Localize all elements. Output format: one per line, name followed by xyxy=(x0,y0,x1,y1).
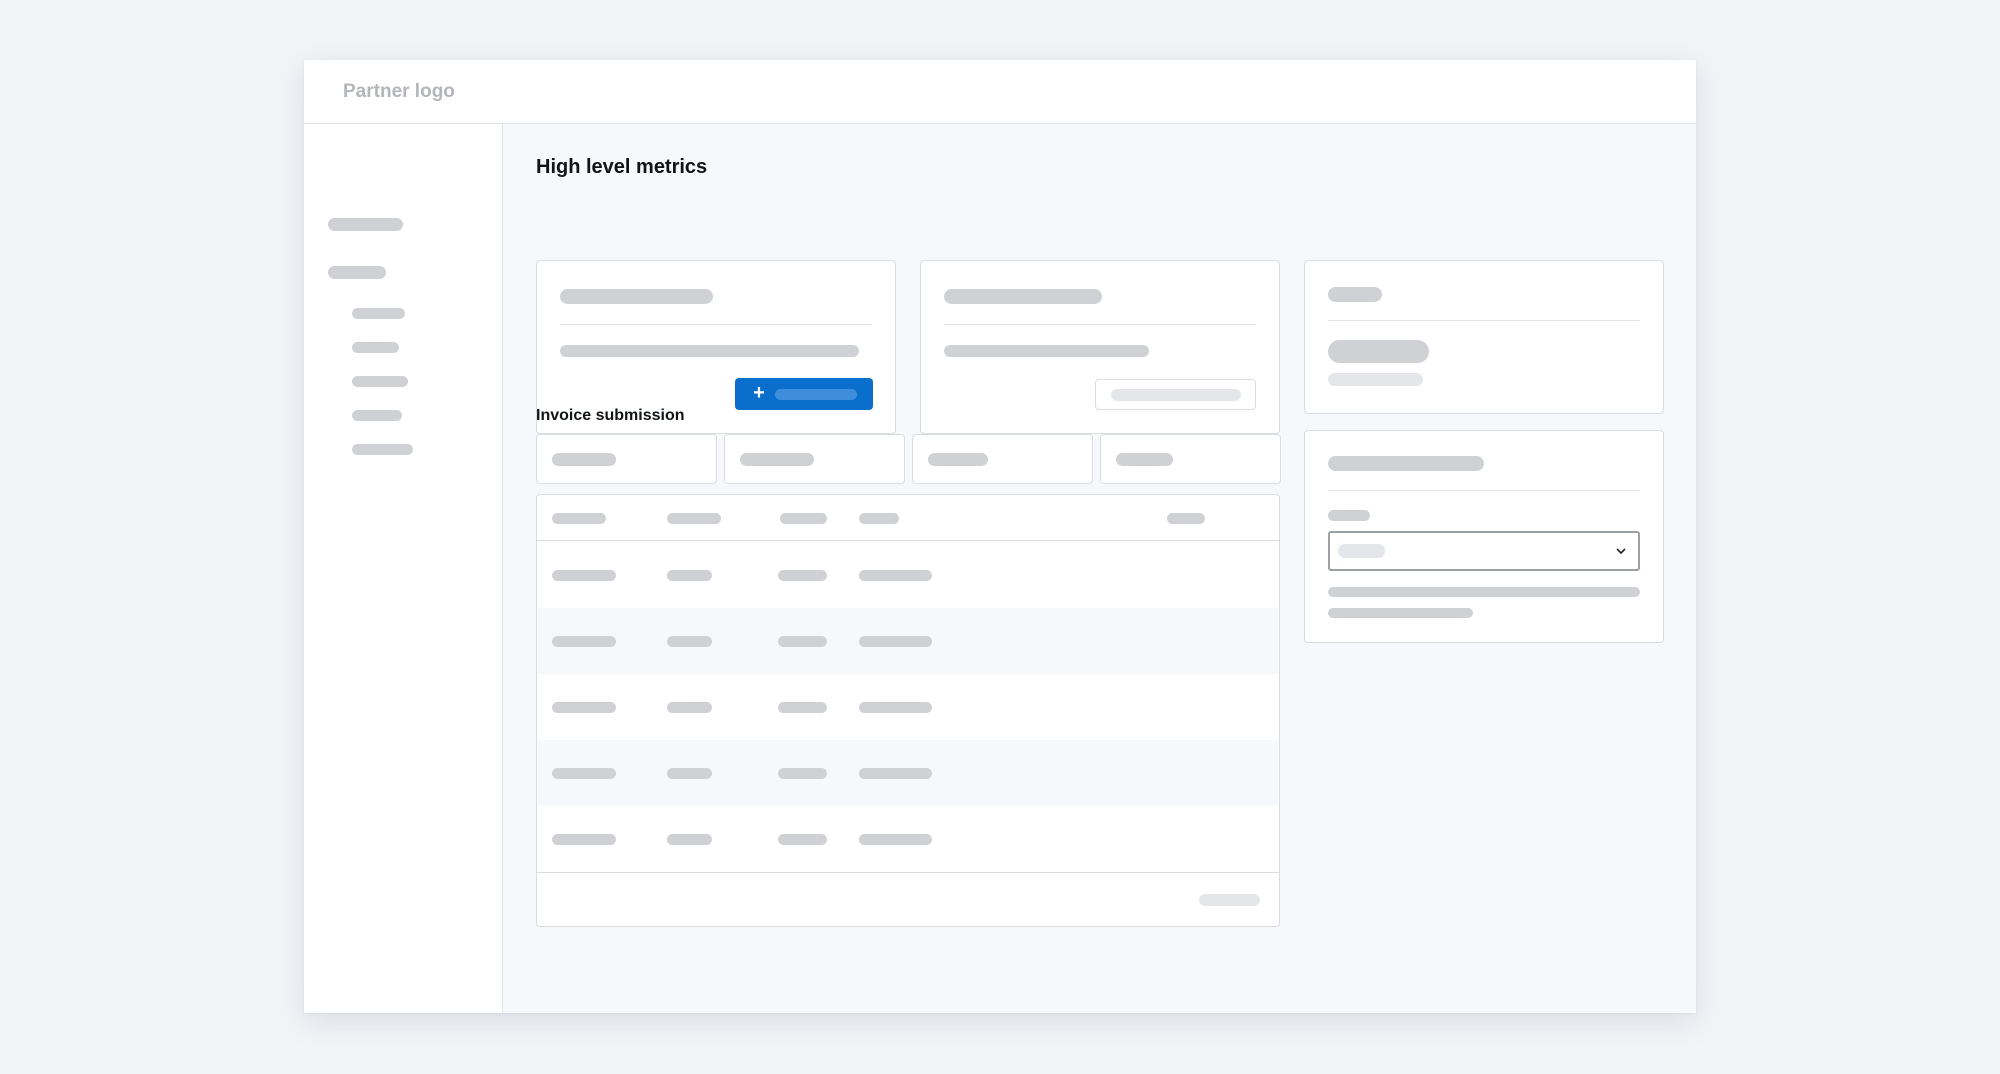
filter-tab[interactable] xyxy=(1100,434,1281,484)
cell-placeholder xyxy=(778,636,827,647)
summary-value-placeholder xyxy=(1328,340,1429,363)
filter-tab-label-placeholder xyxy=(740,453,814,466)
column-header-placeholder[interactable] xyxy=(552,513,606,524)
cell-placeholder xyxy=(859,702,932,713)
card-text-placeholder xyxy=(944,345,1149,357)
cell-placeholder xyxy=(552,834,616,845)
filter-card-title-placeholder xyxy=(1328,456,1484,471)
filter-tab[interactable] xyxy=(912,434,1093,484)
cell-placeholder xyxy=(667,636,712,647)
card-divider xyxy=(1328,490,1640,491)
filter-tab[interactable] xyxy=(536,434,717,484)
filter-card xyxy=(1304,430,1664,643)
card-divider xyxy=(944,324,1256,325)
sidebar-item-placeholder[interactable] xyxy=(352,376,408,387)
secondary-button-label-placeholder xyxy=(1111,389,1241,401)
filter-select[interactable] xyxy=(1328,531,1640,571)
partner-logo[interactable]: Partner logo xyxy=(343,81,455,103)
add-button[interactable]: + xyxy=(735,378,873,410)
cell-placeholder xyxy=(552,570,616,581)
card-title-placeholder xyxy=(560,289,713,304)
summary-card xyxy=(1304,260,1664,414)
page-title: High level metrics xyxy=(536,156,708,178)
cell-placeholder xyxy=(552,636,616,647)
card-text-placeholder xyxy=(560,345,859,357)
cell-placeholder xyxy=(778,768,827,779)
invoice-section-title: Invoice submission xyxy=(536,407,685,424)
help-text-placeholder xyxy=(1328,587,1640,597)
table-row[interactable] xyxy=(537,608,1279,674)
plus-icon: + xyxy=(753,382,765,404)
add-button-label-placeholder xyxy=(775,389,857,400)
table-header xyxy=(537,495,1279,541)
table-row[interactable] xyxy=(537,674,1279,740)
cell-placeholder xyxy=(859,636,932,647)
cell-placeholder xyxy=(667,834,712,845)
app-window: Partner logo High level metrics + Invoic… xyxy=(304,60,1696,1013)
filter-tab[interactable] xyxy=(724,434,905,484)
column-header-placeholder[interactable] xyxy=(780,513,827,524)
cell-placeholder xyxy=(778,702,827,713)
summary-label-placeholder xyxy=(1328,287,1382,302)
select-value-placeholder xyxy=(1338,544,1385,558)
table-row[interactable] xyxy=(537,740,1279,806)
metric-card xyxy=(920,260,1280,434)
sidebar-item-placeholder[interactable] xyxy=(352,444,413,455)
sidebar-section-placeholder[interactable] xyxy=(328,266,386,279)
column-header-placeholder[interactable] xyxy=(667,513,721,524)
cell-placeholder xyxy=(859,768,932,779)
sidebar-item-placeholder[interactable] xyxy=(352,308,405,319)
sidebar-item-placeholder[interactable] xyxy=(352,342,399,353)
pagination-placeholder[interactable] xyxy=(1199,894,1260,906)
cell-placeholder xyxy=(552,768,616,779)
column-header-placeholder[interactable] xyxy=(859,513,899,524)
filter-tab-label-placeholder xyxy=(1116,453,1173,466)
secondary-button[interactable] xyxy=(1095,379,1256,410)
column-header-placeholder[interactable] xyxy=(1167,513,1205,524)
filter-tab-label-placeholder xyxy=(928,453,988,466)
cell-placeholder xyxy=(778,570,827,581)
chevron-down-icon xyxy=(1616,548,1626,555)
summary-caption-placeholder xyxy=(1328,373,1423,386)
cell-placeholder xyxy=(667,702,712,713)
sidebar xyxy=(304,124,503,1013)
cell-placeholder xyxy=(552,702,616,713)
top-bar: Partner logo xyxy=(304,60,1696,124)
sidebar-item-placeholder[interactable] xyxy=(352,410,402,421)
cell-placeholder xyxy=(778,834,827,845)
field-label-placeholder xyxy=(1328,510,1370,521)
filter-tab-label-placeholder xyxy=(552,453,616,466)
cell-placeholder xyxy=(859,570,932,581)
help-text-placeholder xyxy=(1328,608,1473,618)
table-row[interactable] xyxy=(537,806,1279,872)
sidebar-heading-placeholder[interactable] xyxy=(328,218,403,231)
cell-placeholder xyxy=(667,570,712,581)
cell-placeholder xyxy=(859,834,932,845)
main-content: High level metrics + Invoice submission xyxy=(503,124,1696,1013)
invoice-table xyxy=(536,494,1280,927)
card-divider xyxy=(560,324,872,325)
table-footer xyxy=(537,872,1279,926)
cell-placeholder xyxy=(667,768,712,779)
card-divider xyxy=(1328,320,1640,321)
table-row[interactable] xyxy=(537,542,1279,608)
card-title-placeholder xyxy=(944,289,1102,304)
